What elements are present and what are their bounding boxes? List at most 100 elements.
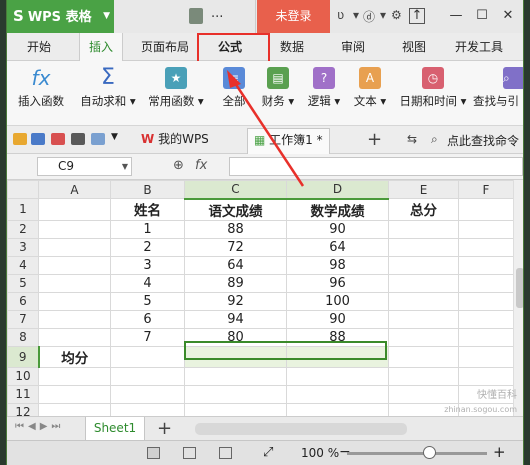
cell-b9[interactable] [110, 345, 185, 368]
cell-b2[interactable]: 1 [110, 219, 185, 239]
cell-d4[interactable]: 98 [286, 255, 389, 275]
cell-f9[interactable] [458, 345, 514, 368]
cell-b4[interactable]: 3 [110, 255, 185, 275]
cell-e3[interactable] [388, 237, 459, 257]
all-functions-button[interactable]: ≡ 全部 [215, 65, 253, 109]
command-search[interactable]: 点此查找命令 [447, 132, 519, 149]
chevron-down-icon[interactable]: ▼ [111, 132, 118, 142]
cell-c12[interactable] [184, 402, 287, 416]
col-header-b[interactable]: B [110, 180, 185, 199]
app-menu-button[interactable]: S WPS 表格 ▼ [7, 0, 114, 33]
cell-e1[interactable]: 总分 [388, 198, 459, 221]
cell-a9[interactable]: 均分 [38, 345, 111, 368]
tab-home[interactable]: 开始 [27, 38, 51, 55]
row-header[interactable]: 9 [7, 345, 40, 368]
cell-b12[interactable] [110, 402, 185, 416]
normal-view-icon[interactable] [147, 447, 160, 459]
col-header-c[interactable]: C [184, 180, 287, 200]
restore-ribbon-icon[interactable]: ↑ [409, 8, 425, 24]
more-docs[interactable]: ... [211, 6, 223, 21]
fx-button[interactable]: fx [195, 158, 207, 173]
page-layout-view-icon[interactable] [183, 447, 196, 459]
minimize-button[interactable]: — [447, 7, 465, 25]
login-button[interactable]: 未登录 [257, 0, 330, 33]
tab-review[interactable]: 审阅 [341, 38, 365, 55]
cell-e8[interactable] [388, 327, 459, 347]
cell-d11[interactable] [286, 384, 389, 404]
cell-e10[interactable] [388, 366, 459, 386]
cell-d5[interactable]: 96 [286, 273, 389, 293]
cell-d2[interactable]: 90 [286, 219, 389, 239]
cell-e4[interactable] [388, 255, 459, 275]
cell-e11[interactable] [388, 384, 459, 404]
row-header[interactable]: 12 [7, 402, 39, 416]
sync-icon[interactable]: ⇆ [407, 132, 417, 146]
cell-c11[interactable] [184, 384, 287, 404]
cell-a1[interactable] [38, 198, 111, 221]
cell-c10[interactable] [184, 366, 287, 386]
cell-a10[interactable] [38, 366, 111, 386]
cell-b11[interactable] [110, 384, 185, 404]
cell-e2[interactable] [388, 219, 459, 239]
tab-my-wps[interactable]: W 我的WPS [135, 128, 215, 154]
chevron-down-icon[interactable]: ▾ [353, 8, 359, 22]
cell-c6[interactable]: 92 [184, 291, 287, 311]
cell-e7[interactable] [388, 309, 459, 329]
col-header-f[interactable]: F [458, 180, 514, 199]
cell-d3[interactable]: 64 [286, 237, 389, 257]
cell-f7[interactable] [458, 309, 514, 329]
cell-d12[interactable] [286, 402, 389, 416]
zoom-slider-knob[interactable] [423, 446, 436, 459]
tab-insert[interactable]: 插入 [79, 33, 123, 62]
row-header[interactable]: 7 [7, 309, 39, 329]
cell-b6[interactable]: 5 [110, 291, 185, 311]
cell-f6[interactable] [458, 291, 514, 311]
row-header[interactable]: 3 [7, 237, 39, 257]
row-header[interactable]: 5 [7, 273, 39, 293]
lookup-functions-button[interactable]: ⌕ 查找与引 [473, 65, 523, 109]
autosum-button[interactable]: Σ 自动求和 ▾ [77, 65, 139, 109]
add-sheet-plus-icon[interactable]: + [157, 418, 172, 439]
row-header[interactable]: 4 [7, 255, 39, 275]
fullscreen-icon[interactable]: ⤢ [263, 445, 273, 460]
tab-workbook[interactable]: ▦ 工作簿1 * [247, 128, 330, 154]
zoom-in-icon[interactable]: + [493, 443, 506, 461]
cell-a8[interactable] [38, 327, 111, 347]
col-header-e[interactable]: E [388, 180, 459, 199]
cell-a12[interactable] [38, 402, 111, 416]
cell-f2[interactable] [458, 219, 514, 239]
cell-a7[interactable] [38, 309, 111, 329]
zoom-search-icon[interactable]: ⊕ [173, 158, 184, 173]
cell-a4[interactable] [38, 255, 111, 275]
cell-a11[interactable] [38, 384, 111, 404]
page-break-view-icon[interactable] [219, 447, 232, 459]
cell-a6[interactable] [38, 291, 111, 311]
close-button[interactable]: ✕ [499, 7, 517, 25]
logical-functions-button[interactable]: ? 逻辑 ▾ [303, 65, 345, 109]
pdf-export-icon[interactable] [51, 133, 65, 145]
insert-function-button[interactable]: fx 插入函数 [13, 65, 69, 109]
print-icon[interactable] [71, 133, 85, 145]
cell-f1[interactable] [458, 198, 514, 221]
cell-c1[interactable]: 语文成绩 [184, 198, 287, 221]
cell-a3[interactable] [38, 237, 111, 257]
cell-e5[interactable] [388, 273, 459, 293]
cell-c5[interactable]: 89 [184, 273, 287, 293]
text-functions-button[interactable]: A 文本 ▾ [349, 65, 391, 109]
col-header-a[interactable]: A [38, 180, 111, 199]
open-folder-icon[interactable] [13, 133, 27, 145]
shirt-skin-icon[interactable]: ʋ [337, 8, 344, 22]
cell-b8[interactable]: 7 [110, 327, 185, 347]
select-all-corner[interactable] [7, 180, 39, 199]
common-functions-button[interactable]: ★ 常用函数 ▾ [145, 65, 207, 109]
cell-d10[interactable] [286, 366, 389, 386]
document-icon[interactable] [189, 8, 203, 24]
help-icon[interactable]: ⓓ [363, 8, 375, 25]
tab-view[interactable]: 视图 [402, 38, 426, 55]
maximize-button[interactable]: ☐ [473, 7, 491, 25]
cell-f8[interactable] [458, 327, 514, 347]
print-preview-icon[interactable] [91, 133, 105, 145]
sheet-tab-sheet1[interactable]: Sheet1 [85, 417, 145, 441]
horizontal-scrollbar[interactable] [195, 423, 407, 435]
row-header[interactable]: 11 [7, 384, 39, 404]
